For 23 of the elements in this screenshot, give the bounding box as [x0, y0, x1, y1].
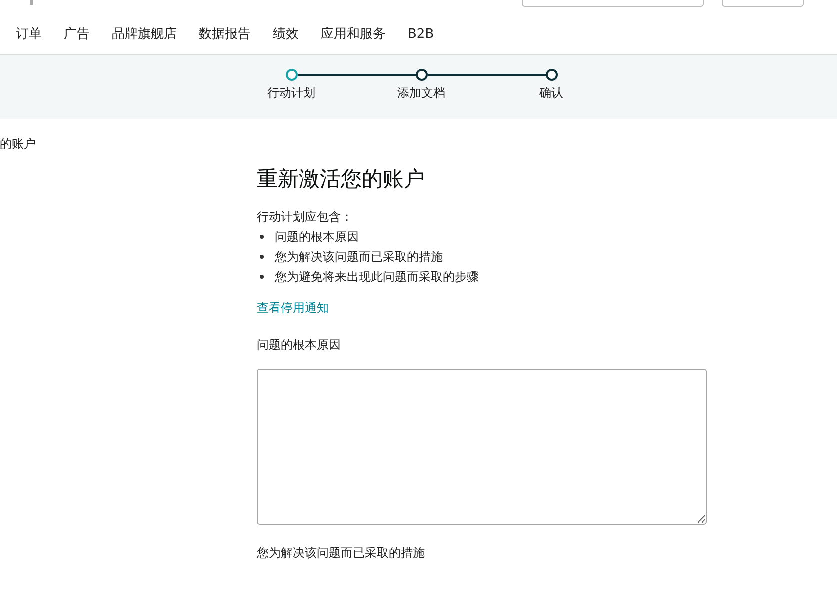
bullet-icon [260, 235, 264, 239]
nav-link[interactable]: 数据报告 [199, 25, 251, 43]
bullet-icon [260, 275, 264, 279]
bullet-text: 问题的根本原因 [275, 229, 359, 246]
bullet-text: 您为解决该问题而已采取的措施 [275, 249, 443, 266]
bullet-text: 您为避免将来出现此问题而采取的步骤 [275, 269, 479, 286]
nav-link[interactable]: 广告 [64, 25, 90, 43]
step-label: 添加文档 [398, 85, 446, 102]
field-label: 您为解决该问题而已采取的措施 [257, 545, 426, 562]
nav-link[interactable]: 订单 [16, 25, 42, 43]
breadcrumb: 的账户 [0, 136, 37, 153]
nav-link[interactable]: 应用和服务 [321, 25, 386, 43]
nav-link[interactable]: B2B [408, 26, 434, 42]
intro-text: 行动计划应包含： [257, 209, 354, 226]
text-area[interactable] [257, 369, 707, 525]
bullet-icon [260, 255, 264, 259]
page-title: 重新激活您的账户 [257, 166, 426, 193]
field-label: 问题的根本原因 [257, 337, 342, 354]
nav-link[interactable]: 品牌旗舰店 [112, 25, 177, 43]
notice-link[interactable]: 查看停用通知 [257, 300, 707, 317]
step-label: 行动计划 [268, 85, 316, 102]
step-label: 确认 [540, 85, 564, 102]
nav-link[interactable]: 绩效 [273, 25, 299, 43]
